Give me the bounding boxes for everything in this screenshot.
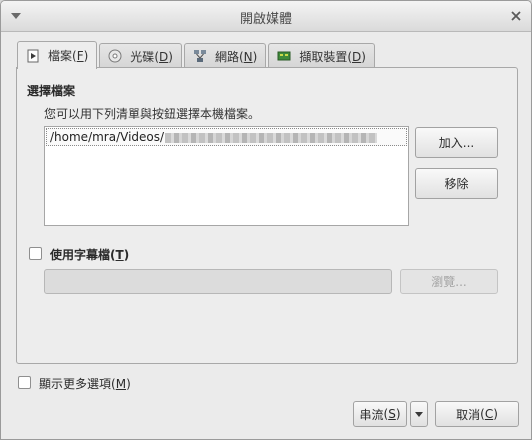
tab-disc-label: 光碟(D) [130,49,173,64]
disc-icon [108,49,122,63]
tab-bar: 檔案(F) 光碟(D) 網路(N) 擷取裝置(D) [17,41,377,69]
tab-file-label: 檔案(F) [48,49,89,63]
file-path: /home/mra/Videos/ [50,130,165,144]
chevron-down-icon [415,411,423,417]
tab-network-label: 網路(N) [214,49,258,64]
stream-button[interactable]: 串流(S) [353,401,407,427]
cancel-button[interactable]: 取消(C) [435,401,519,427]
stream-options-dropdown[interactable] [410,401,428,427]
file-icon [27,49,39,62]
show-more-options-label[interactable]: 顯示更多選項(M) [39,375,131,392]
show-more-options-checkbox[interactable] [18,376,31,389]
capture-card-icon [277,51,291,61]
title-bar: 開啟媒體 [1,1,531,32]
file-list[interactable]: /home/mra/Videos/ [44,126,409,226]
file-selection-heading: 選擇檔案 [27,84,76,98]
redacted-filename [165,132,378,143]
subtitle-path-field[interactable] [44,269,392,294]
subtitle-checkbox-label[interactable]: 使用字幕檔(T) [50,246,129,263]
remove-button[interactable]: 移除 [415,168,498,199]
add-button[interactable]: 加入... [415,127,498,158]
tab-capture-device[interactable]: 擷取裝置(D) [268,43,375,68]
tab-disc[interactable]: 光碟(D) [99,43,182,68]
window-title: 開啟媒體 [239,12,292,27]
close-icon[interactable] [509,9,523,23]
open-media-dialog: 開啟媒體 檔案(F) 光碟(D) 網路(N) 擷取裝置(D) 選擇檔案 您可以用… [0,0,532,440]
tab-capture-device-label: 擷取裝置(D) [299,49,366,64]
browse-button[interactable]: 瀏覽... [400,269,498,294]
network-icon [193,50,206,62]
file-selection-help: 您可以用下列清單與按鈕選擇本機檔案。 [44,107,261,121]
list-item[interactable]: /home/mra/Videos/ [46,128,407,146]
tab-network[interactable]: 網路(N) [183,43,267,68]
tab-file[interactable]: 檔案(F) [17,41,98,69]
subtitle-checkbox[interactable] [29,247,42,260]
file-tab-panel: 選擇檔案 您可以用下列清單與按鈕選擇本機檔案。 /home/mra/Videos… [16,67,518,364]
